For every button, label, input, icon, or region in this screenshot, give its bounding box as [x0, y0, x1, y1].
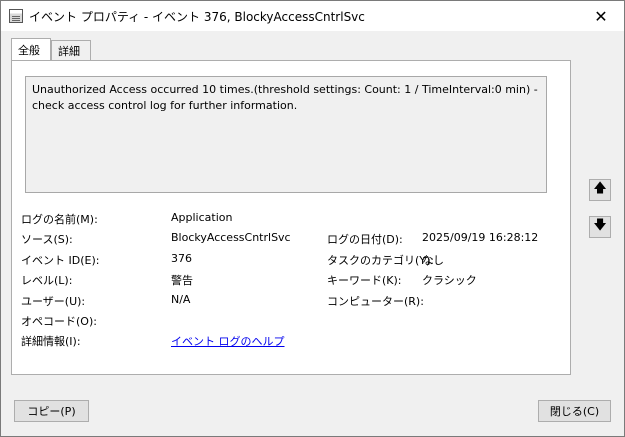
tab-general[interactable]: 全般	[11, 38, 51, 60]
log-name-label: ログの名前(M):	[21, 213, 98, 226]
tab-general-label: 全般	[18, 43, 40, 57]
previous-event-button[interactable]: 🡅	[589, 179, 611, 201]
log-date-label: ログの日付(D):	[327, 233, 403, 246]
close-button-label: 閉じる(C)	[549, 405, 600, 418]
tab-details[interactable]: 詳細	[51, 40, 91, 60]
close-icon: ✕	[594, 6, 608, 26]
source-label: ソース(S):	[21, 233, 73, 246]
source-value: BlockyAccessCntrlSvc	[171, 231, 291, 244]
event-properties-window: イベント プロパティ - イベント 376, BlockyAccessCntrl…	[0, 0, 625, 437]
task-category-value: なし	[422, 254, 444, 267]
user-label: ユーザー(U):	[21, 295, 86, 308]
arrow-up-icon: 🡅	[593, 181, 607, 196]
arrow-down-icon: 🡇	[593, 218, 607, 233]
opcode-label: オペコード(O):	[21, 315, 97, 328]
event-log-help-link[interactable]: イベント ログのヘルプ	[171, 333, 285, 349]
event-log-icon	[9, 9, 23, 23]
log-name-value: Application	[171, 211, 233, 224]
event-id-label: イベント ID(E):	[21, 254, 100, 267]
copy-button-label: コピー(P)	[27, 405, 76, 418]
title-bar[interactable]: イベント プロパティ - イベント 376, BlockyAccessCntrl…	[1, 1, 624, 31]
window-title: イベント プロパティ - イベント 376, BlockyAccessCntrl…	[29, 9, 365, 24]
event-message-box[interactable]: Unauthorized Access occurred 10 times.(t…	[25, 76, 547, 193]
close-window-button[interactable]: ✕	[578, 1, 624, 31]
user-value: N/A	[171, 293, 191, 306]
next-event-button[interactable]: 🡇	[589, 216, 611, 238]
computer-label: コンピューター(R):	[327, 295, 424, 308]
level-value: 警告	[171, 274, 193, 287]
general-tab-panel: Unauthorized Access occurred 10 times.(t…	[11, 60, 571, 375]
level-label: レベル(L):	[21, 274, 73, 287]
tab-details-label: 詳細	[58, 44, 80, 58]
keywords-label: キーワード(K):	[327, 274, 402, 287]
task-category-label: タスクのカテゴリ(Y):	[327, 254, 435, 267]
more-info-label: 詳細情報(I):	[21, 335, 81, 348]
event-id-value: 376	[171, 252, 192, 265]
keywords-value: クラシック	[422, 274, 477, 287]
close-button[interactable]: 閉じる(C)	[538, 400, 611, 422]
copy-button[interactable]: コピー(P)	[14, 400, 89, 422]
log-date-value: 2025/09/19 16:28:12	[422, 231, 539, 244]
